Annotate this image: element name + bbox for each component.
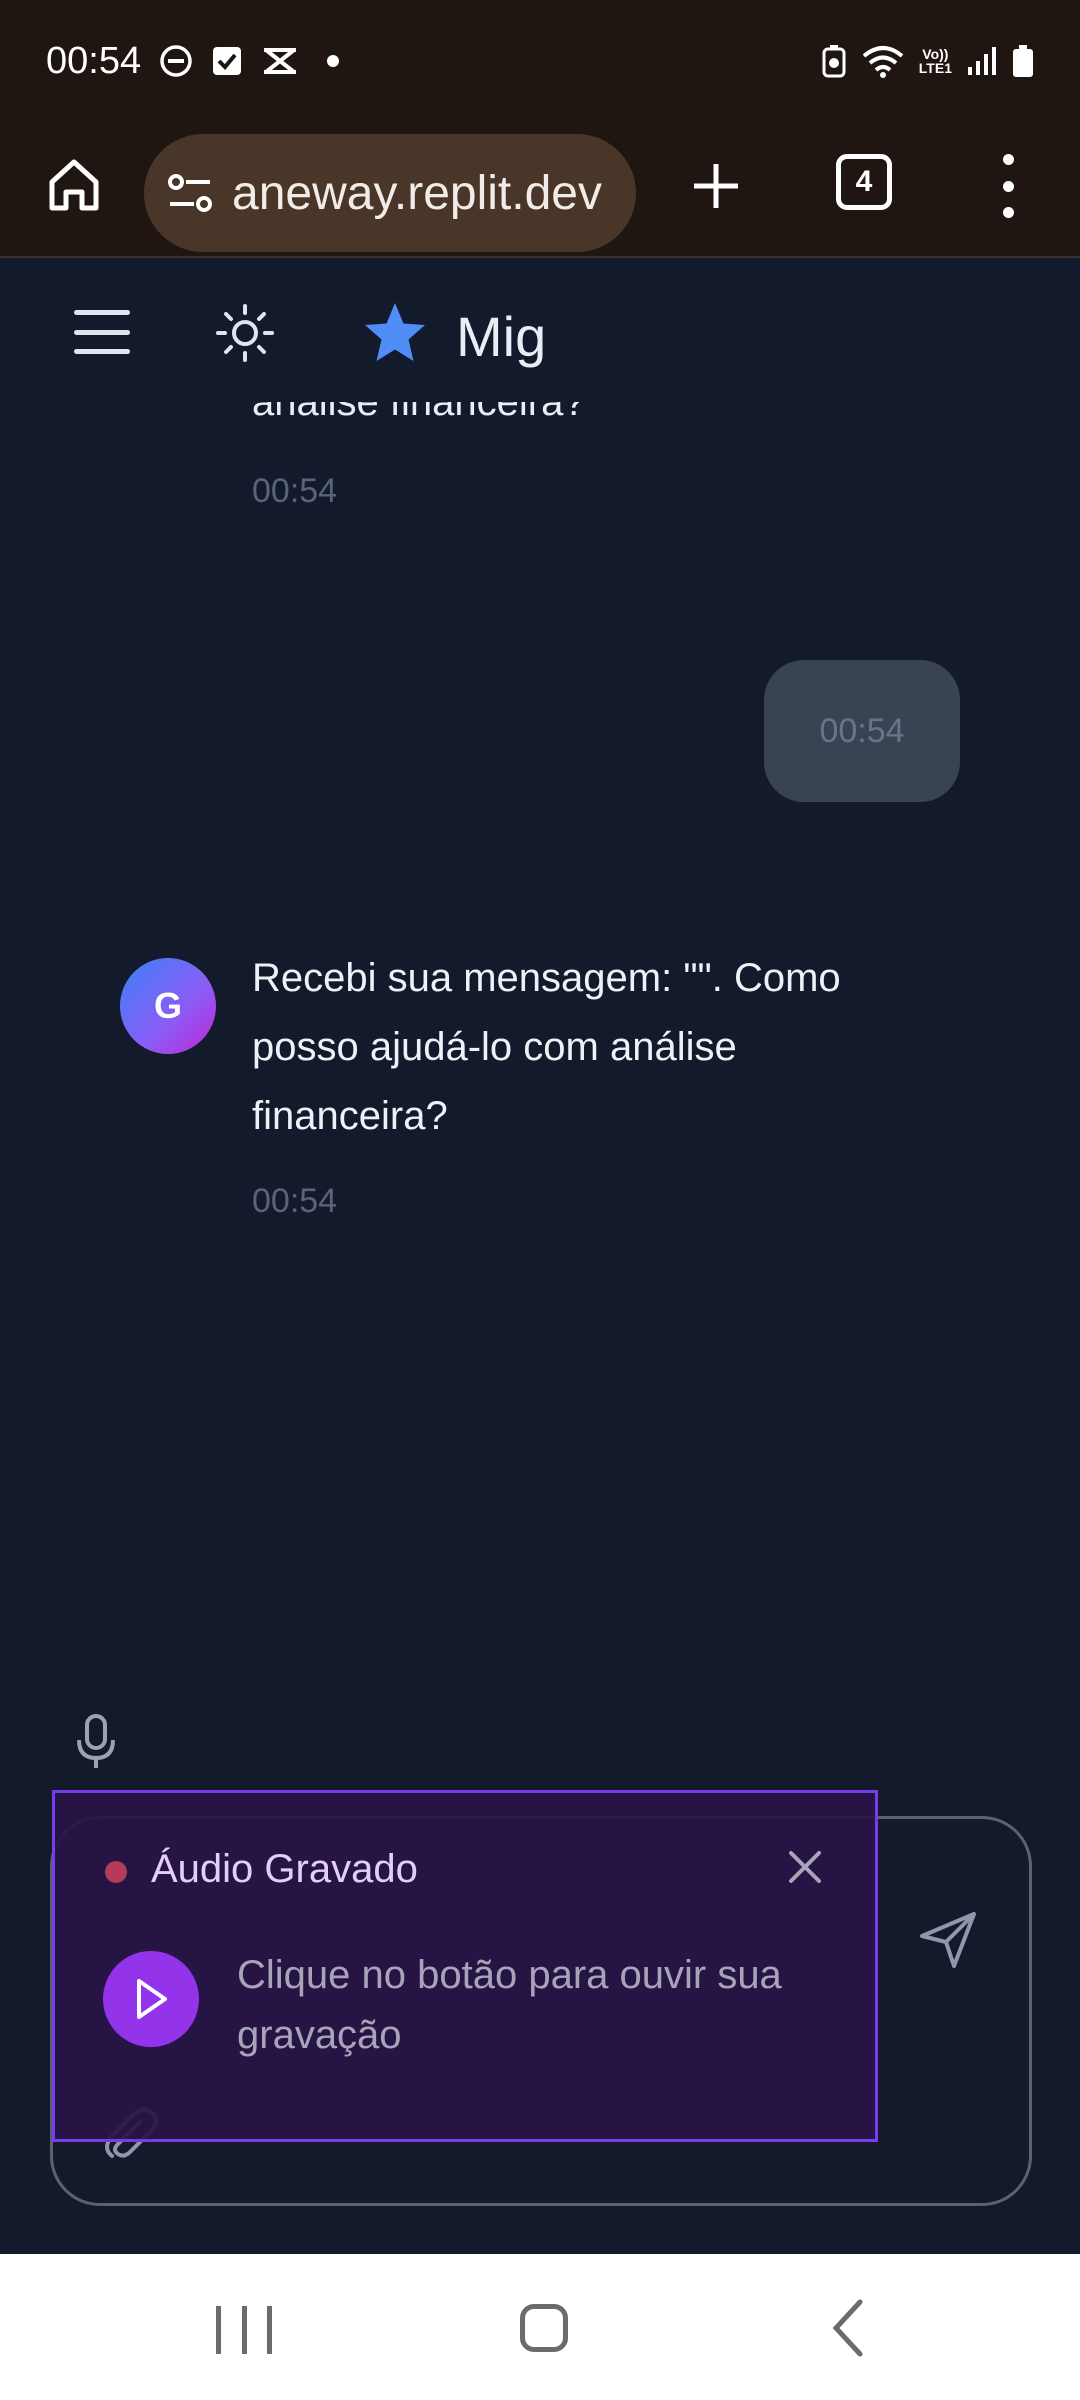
audio-recording-panel: Áudio Gravado Clique no botão para ouvir… — [52, 1790, 878, 2142]
status-time: 00:54 — [46, 39, 142, 82]
message-time: 00:54 — [252, 472, 338, 510]
play-icon — [137, 1979, 167, 2019]
assistant-message: Recebi sua mensagem: "". Como posso ajud… — [252, 956, 841, 1138]
avatar: G — [120, 958, 216, 1054]
status-bar: 00:54 Vo)) LTE1 — [0, 0, 1080, 122]
tab-switcher-button[interactable]: 4 — [836, 154, 892, 210]
app-header: Mig — [0, 260, 1080, 402]
user-message-bubble: 00:54 — [764, 660, 960, 802]
tab-count: 4 — [855, 165, 873, 198]
app-title: Mig — [456, 305, 547, 368]
play-button[interactable] — [103, 1951, 199, 2047]
audio-hint: Clique no botão para ouvir sua gravação — [237, 1953, 782, 2057]
close-icon[interactable] — [785, 1847, 825, 1887]
sun-icon[interactable] — [214, 302, 276, 364]
more-vert-icon[interactable] — [990, 148, 1026, 224]
address-bar[interactable]: aneway.replit.dev — [144, 134, 636, 252]
chat-area[interactable]: análise financeira? 00:54 00:54 G Recebi… — [0, 260, 1080, 1820]
back-icon[interactable] — [828, 2298, 868, 2358]
audio-title: Áudio Gravado — [151, 1847, 418, 1891]
capcut-icon — [261, 46, 299, 76]
home-button[interactable] — [38, 148, 110, 220]
signal-icon — [966, 45, 998, 77]
star-icon — [365, 303, 425, 361]
menu-icon[interactable] — [74, 310, 130, 354]
battery-icon — [1012, 44, 1034, 78]
mic-icon[interactable] — [72, 1712, 120, 1772]
do-not-disturb-icon — [159, 44, 193, 78]
volte-label: Vo)) LTE1 — [918, 46, 952, 76]
system-nav-bar — [0, 2254, 1080, 2400]
task-check-icon — [211, 45, 243, 77]
url-text: aneway.replit.dev — [232, 166, 602, 220]
home-nav-button[interactable] — [520, 2304, 568, 2352]
battery-saver-icon — [821, 44, 847, 78]
send-icon[interactable] — [916, 1908, 980, 1972]
recording-dot — [105, 1861, 127, 1883]
message-time: 00:54 — [819, 711, 905, 750]
site-settings-icon[interactable] — [166, 172, 214, 214]
home-icon — [49, 159, 99, 211]
recent-apps-button[interactable] — [216, 2306, 272, 2354]
plus-icon — [694, 164, 738, 208]
message-time: 00:54 — [252, 1182, 338, 1220]
new-tab-button[interactable] — [680, 150, 752, 222]
notification-dot — [327, 55, 340, 67]
browser-toolbar: aneway.replit.dev 4 — [0, 122, 1080, 258]
wifi-icon — [861, 44, 905, 78]
